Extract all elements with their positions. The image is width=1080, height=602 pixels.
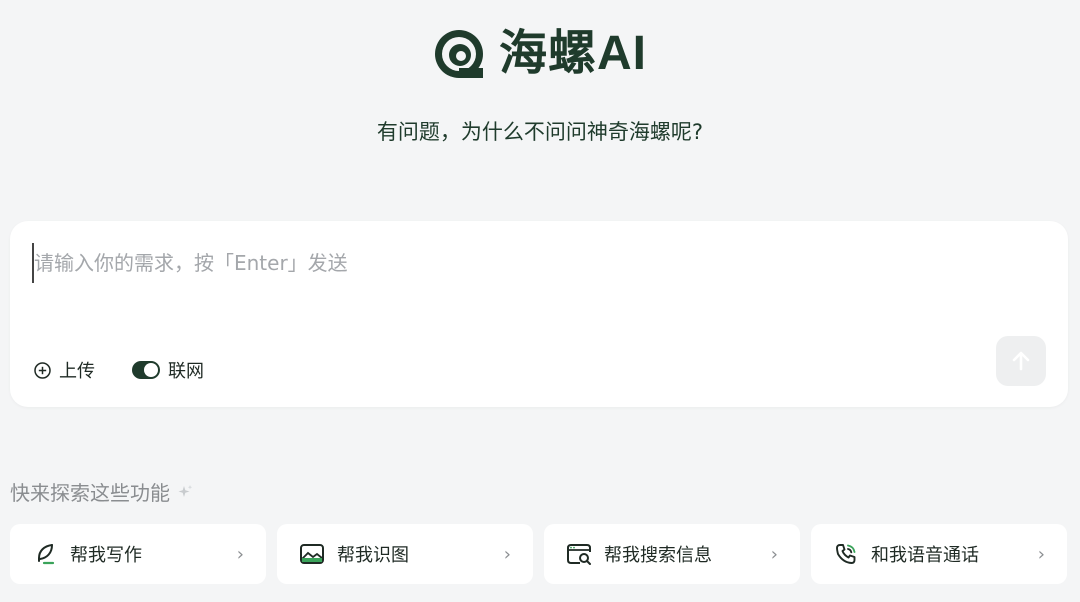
web-search-control: 联网 <box>132 357 204 383</box>
web-search-label: 联网 <box>168 361 204 382</box>
send-button[interactable] <box>996 336 1046 386</box>
image-icon <box>299 541 325 567</box>
chevron-right-icon: › <box>770 543 778 565</box>
prompt-input[interactable] <box>32 243 992 283</box>
tagline: 有问题，为什么不问问神奇海螺呢? <box>376 120 704 144</box>
feature-card-image[interactable]: 帮我识图 › <box>277 524 533 584</box>
web-search-toggle[interactable] <box>132 361 160 379</box>
sparkle-icon <box>178 484 193 497</box>
feature-card-voice[interactable]: 和我语音通话 › <box>811 524 1067 584</box>
arrow-up-icon <box>1012 351 1030 371</box>
chevron-right-icon: › <box>1037 543 1045 565</box>
composer-card: 上传 联网 <box>10 221 1068 407</box>
chevron-right-icon: › <box>236 543 244 565</box>
brand-header: 海螺AI <box>0 24 1080 84</box>
feature-list: 帮我写作 › 帮我识图 › 帮我搜索信息 › 和我语音通话 › <box>10 524 1068 584</box>
feature-label: 帮我搜索信息 <box>604 545 712 566</box>
upload-button[interactable]: 上传 <box>34 357 95 383</box>
leaf-pen-icon <box>32 541 58 567</box>
plus-circle-icon <box>34 361 51 379</box>
feature-card-writing[interactable]: 帮我写作 › <box>10 524 266 584</box>
feature-label: 和我语音通话 <box>871 545 979 566</box>
phone-call-icon <box>833 541 859 567</box>
chevron-right-icon: › <box>503 543 511 565</box>
upload-label: 上传 <box>59 361 95 382</box>
feature-label: 帮我识图 <box>337 545 409 566</box>
explore-heading: 快来探索这些功能 <box>10 477 194 506</box>
explore-title: 快来探索这些功能 <box>10 481 170 505</box>
toggle-knob <box>144 363 158 377</box>
brand-name: 海螺AI <box>498 27 647 80</box>
feature-label: 帮我写作 <box>70 545 142 566</box>
feature-card-search[interactable]: 帮我搜索信息 › <box>544 524 800 584</box>
app-root: 海螺AI 有问题，为什么不问问神奇海螺呢? 上传 联网 快来探索这 <box>0 0 1080 602</box>
snail-logo-icon <box>434 30 483 78</box>
browser-search-icon <box>566 541 592 567</box>
